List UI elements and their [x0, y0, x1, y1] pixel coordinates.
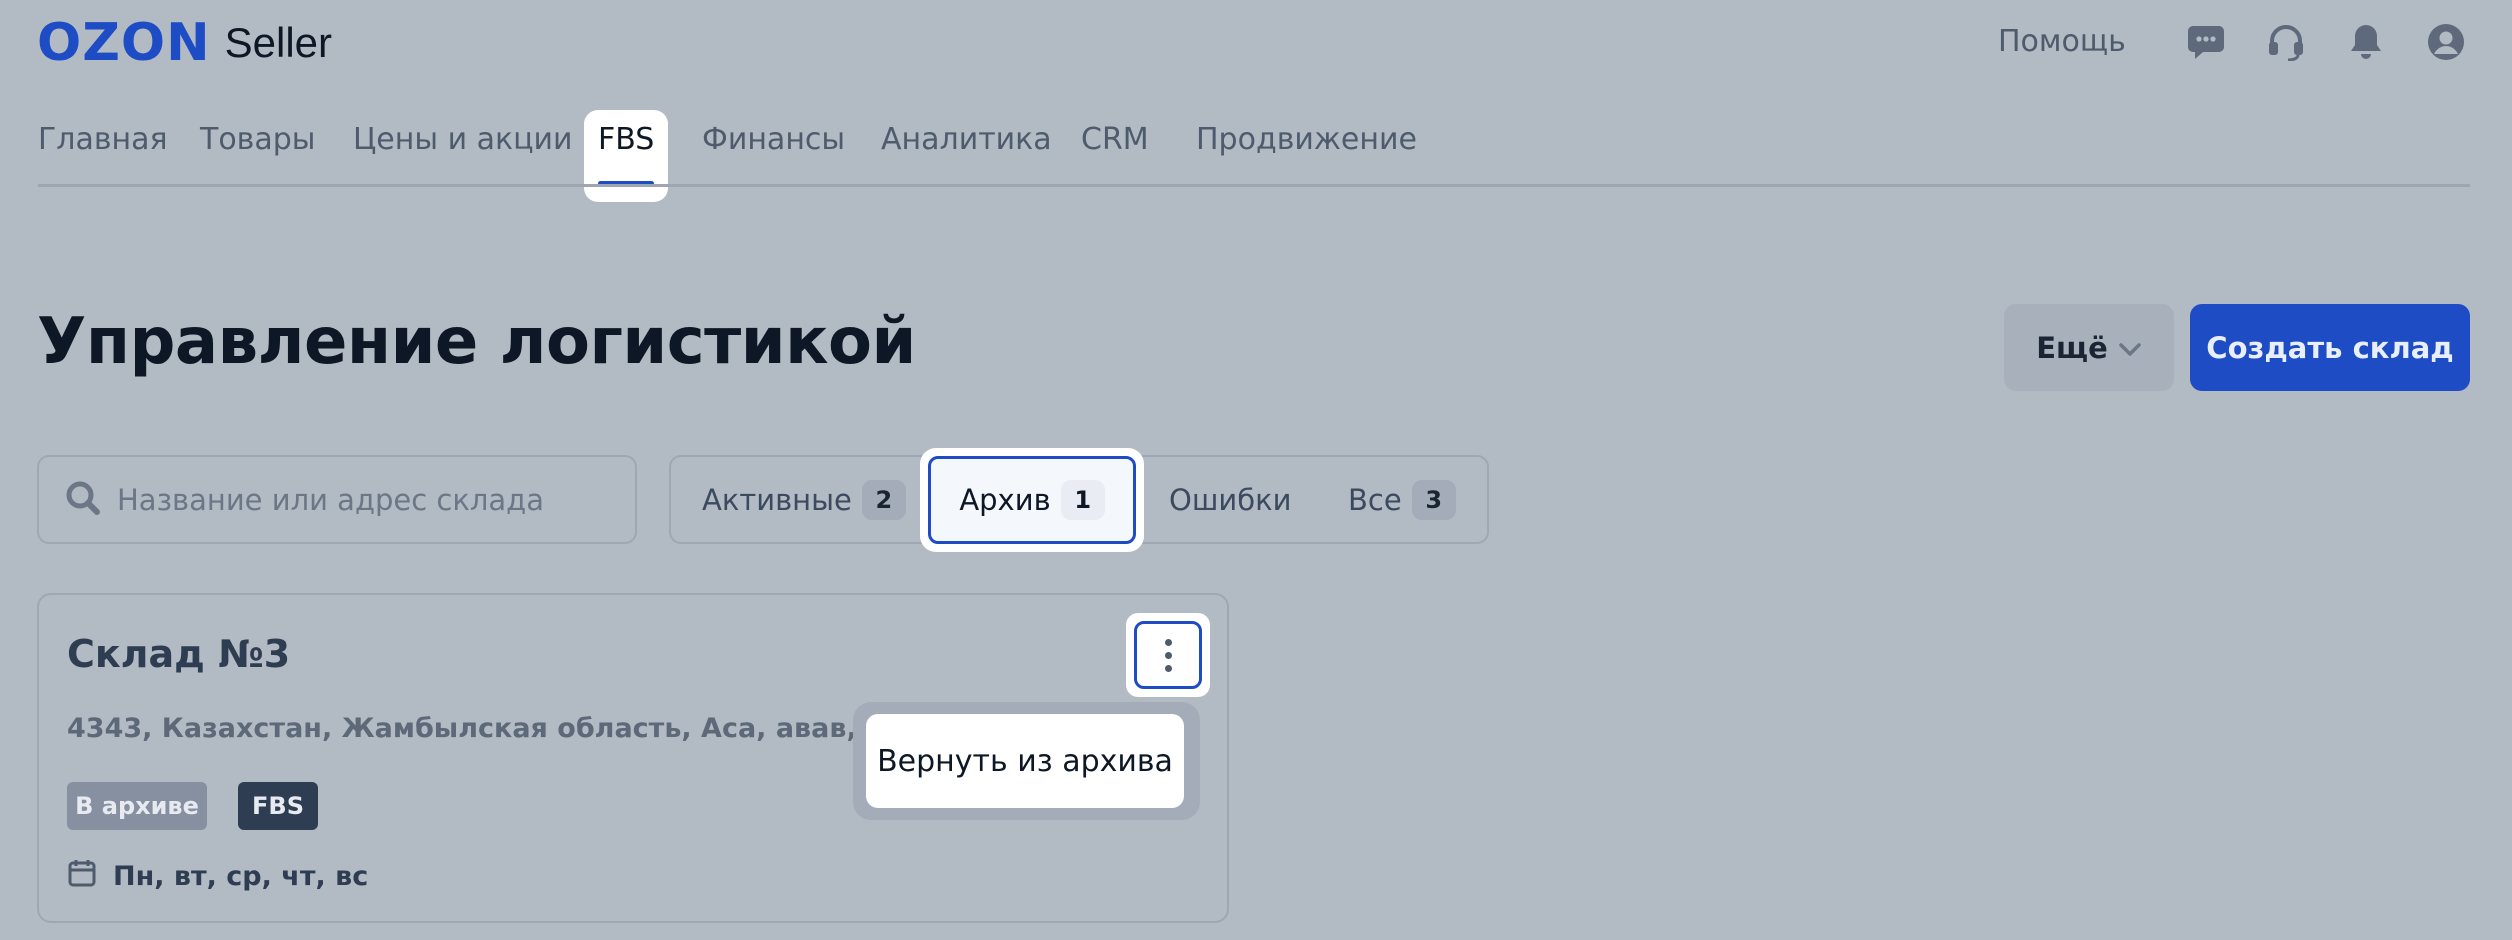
filter-tab-errors[interactable]: Ошибки	[1169, 457, 1291, 542]
filter-tab-label: Все	[1348, 482, 1402, 517]
filter-tab-label: Ошибки	[1169, 482, 1292, 517]
count-badge: 1	[1060, 480, 1105, 520]
nav-item-fbs-label: FBS	[598, 122, 655, 157]
warehouse-address: 4343, Казахстан, Жамбылская область, Аса…	[67, 713, 904, 744]
nav-item-analytics[interactable]: Аналитика	[881, 110, 1052, 170]
nav-item-promotion[interactable]: Продвижение	[1196, 110, 1417, 170]
warehouse-schedule: Пн, вт, ср, чт, вс	[67, 858, 368, 895]
search-field[interactable]	[37, 455, 637, 544]
count-badge: 3	[1411, 479, 1456, 520]
schedule-days: Пн, вт, ср, чт, вс	[113, 861, 369, 892]
calendar-icon	[67, 858, 97, 895]
bell-icon[interactable]	[2346, 22, 2386, 62]
filter-tab-active[interactable]: Активные 2	[702, 457, 906, 542]
status-badge-archived: В архиве	[67, 782, 207, 830]
more-options-icon[interactable]	[1134, 621, 1202, 689]
nav-divider	[38, 184, 2470, 187]
more-button[interactable]: Ещё	[2004, 304, 2174, 391]
filter-tab-archive-highlight: Архив 1	[920, 448, 1144, 552]
nav-item-prices[interactable]: Цены и акции	[353, 110, 573, 170]
filter-tab-label: Архив	[959, 483, 1051, 517]
ozon-seller-logo[interactable]: OZON Seller	[37, 13, 333, 73]
user-icon[interactable]	[2426, 22, 2466, 62]
nav-item-products[interactable]: Товары	[200, 110, 315, 170]
search-icon	[65, 480, 101, 520]
nav-item-crm[interactable]: CRM	[1081, 110, 1149, 170]
warehouse-title[interactable]: Склад №3	[67, 632, 290, 676]
scheme-badge-fbs: FBS	[238, 782, 318, 830]
logo-brand: OZON	[37, 13, 211, 73]
filter-tab-all[interactable]: Все 3	[1348, 457, 1456, 542]
chat-icon[interactable]	[2186, 22, 2226, 62]
count-badge: 2	[861, 479, 906, 520]
help-link[interactable]: Помощь	[1998, 24, 2126, 59]
restore-from-archive-menu-item[interactable]: Вернуть из архива	[866, 714, 1184, 808]
logo-product: Seller	[224, 19, 333, 66]
nav-item-main[interactable]: Главная	[38, 110, 168, 170]
nav-item-finance[interactable]: Финансы	[702, 110, 845, 170]
headset-icon[interactable]	[2266, 22, 2306, 62]
page-title: Управление логистикой	[37, 305, 916, 379]
card-menu-highlight	[1126, 613, 1210, 697]
more-button-label: Ещё	[2036, 330, 2108, 365]
nav-item-fbs[interactable]: FBS	[584, 110, 669, 202]
create-warehouse-button[interactable]: Создать склад	[2190, 304, 2470, 391]
filter-tab-archive[interactable]: Архив 1	[928, 456, 1136, 544]
chevron-down-icon	[2118, 331, 2142, 365]
filter-tab-label: Активные	[702, 482, 852, 517]
search-input[interactable]	[115, 481, 619, 518]
